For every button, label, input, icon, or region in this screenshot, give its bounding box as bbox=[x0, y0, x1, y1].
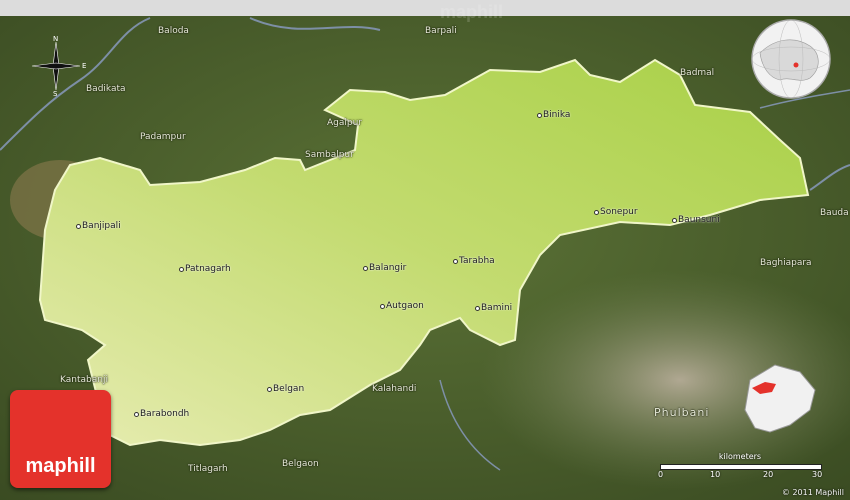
scale-title: kilometers bbox=[718, 452, 762, 461]
place-label: Baunsuni bbox=[678, 215, 720, 225]
scale-bar-graphic bbox=[660, 464, 822, 470]
place-label: Belgan bbox=[273, 384, 305, 394]
location-marker-icon bbox=[793, 62, 799, 68]
place-label: Tarabha bbox=[459, 256, 495, 266]
place-label: Barpali bbox=[425, 26, 457, 36]
place-marker bbox=[594, 210, 599, 215]
place-label: Baloda bbox=[158, 26, 189, 36]
compass-east: E bbox=[82, 62, 86, 70]
globe-locator-icon bbox=[751, 19, 831, 99]
maphill-logo[interactable]: maphill bbox=[10, 390, 111, 488]
place-label: Badikata bbox=[86, 84, 126, 94]
compass-south: S bbox=[53, 90, 58, 96]
place-label: Agalpur bbox=[327, 118, 363, 128]
place-marker bbox=[267, 387, 272, 392]
place-label: Belgaon bbox=[282, 459, 319, 469]
place-label: Kantabanji bbox=[60, 375, 108, 385]
place-label: Autgaon bbox=[386, 301, 424, 311]
place-marker bbox=[380, 304, 385, 309]
compass-north: N bbox=[53, 36, 58, 43]
place-marker bbox=[134, 412, 139, 417]
place-label: Barabondh bbox=[140, 409, 190, 419]
logo-text: maphill bbox=[25, 455, 96, 477]
place-label: Padampur bbox=[140, 132, 186, 142]
place-label: Badmal bbox=[680, 68, 715, 78]
place-label: Phulbani bbox=[654, 406, 710, 419]
place-marker bbox=[179, 267, 184, 272]
place-marker bbox=[475, 306, 480, 311]
place-marker bbox=[76, 224, 81, 229]
map-stage: maphill N S W E Baloda Barpali Badmal Badik… bbox=[0, 0, 850, 500]
scale-bar: kilometers 0 10 20 30 bbox=[658, 452, 823, 482]
place-marker bbox=[537, 113, 542, 118]
compass-rose-icon: N S W E bbox=[31, 36, 86, 96]
top-strip bbox=[0, 0, 850, 16]
state-inset-map bbox=[744, 364, 816, 433]
copyright: © 2011 Maphill bbox=[781, 488, 844, 497]
place-label: Sambalpur bbox=[305, 150, 354, 160]
place-label: Baghiapara bbox=[760, 258, 812, 268]
place-label: Patnagarh bbox=[185, 264, 231, 274]
place-label: Binika bbox=[543, 110, 571, 120]
place-marker bbox=[672, 218, 677, 223]
scale-tick: 20 bbox=[763, 470, 774, 479]
scale-tick: 10 bbox=[710, 470, 721, 479]
place-label: Bamini bbox=[481, 303, 513, 313]
place-label: Titlagarh bbox=[188, 464, 228, 474]
place-marker bbox=[453, 259, 458, 264]
place-label: Bauda bbox=[820, 208, 849, 218]
place-marker bbox=[363, 266, 368, 271]
place-label: Balangir bbox=[369, 263, 407, 273]
place-label: Banjipali bbox=[82, 221, 121, 231]
place-label: Sonepur bbox=[600, 207, 638, 217]
scale-tick: 30 bbox=[812, 470, 823, 479]
place-label: Kalahandi bbox=[372, 384, 417, 394]
watermark: maphill bbox=[440, 2, 504, 22]
scale-tick: 0 bbox=[658, 470, 664, 479]
